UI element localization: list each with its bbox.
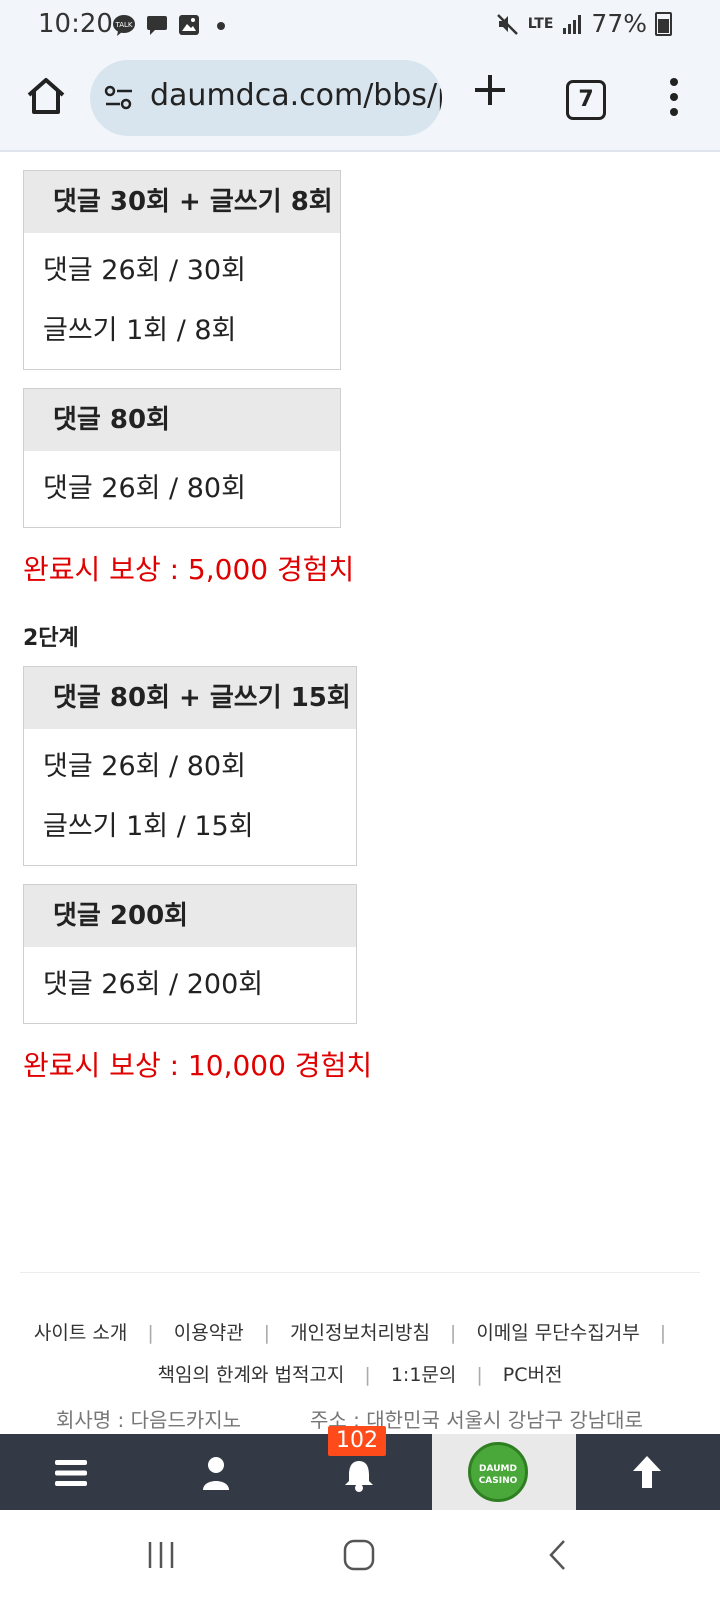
nav-scroll-top-button[interactable]: [576, 1434, 720, 1510]
talk-icon: TALK: [113, 15, 135, 36]
stage-reward: 완료시 보상 : 10,000 경험치: [23, 1049, 373, 1082]
hamburger-icon: [55, 1460, 87, 1486]
mission-title: 댓글 80회 + 글쓰기 15회: [24, 667, 356, 729]
status-time: 10:20: [38, 9, 113, 39]
footer-links-row: 책임의 한계와 법적고지 | 1:1문의 | PC버전: [0, 1360, 720, 1387]
url-bar[interactable]: daumdca.com/bbs/p: [90, 60, 442, 136]
status-bar: 10:20 TALK LTE 77%: [0, 0, 720, 50]
separator: |: [659, 1322, 667, 1344]
image-icon: [179, 15, 199, 35]
mission-progress: 댓글 26회 / 200회: [43, 969, 264, 1000]
nav-profile-button[interactable]: [144, 1434, 288, 1510]
stage-reward: 완료시 보상 : 5,000 경험치: [23, 553, 355, 586]
mission-box: 댓글 200회 댓글 26회 / 200회: [23, 884, 357, 1024]
footer-link-privacy[interactable]: 개인정보처리방침: [290, 1322, 430, 1344]
mission-progress: 글쓰기 1회 / 8회: [43, 315, 237, 346]
mission-title: 댓글 200회: [24, 885, 356, 947]
bell-icon: [345, 1461, 373, 1492]
separator: |: [364, 1364, 371, 1386]
casino-logo: DAUMD CASINO: [468, 1442, 528, 1502]
footer-link-pc-version[interactable]: PC버전: [503, 1364, 563, 1386]
mission-box: 댓글 80회 + 글쓰기 15회 댓글 26회 / 80회 글쓰기 1회 / 1…: [23, 666, 357, 866]
site-settings-icon[interactable]: [104, 84, 134, 112]
mission-progress: 댓글 26회 / 30회: [43, 255, 246, 286]
app-bottom-nav: 102 DAUMD CASINO: [0, 1426, 720, 1510]
home-circle-icon[interactable]: [342, 1538, 376, 1572]
notification-icons: TALK: [112, 13, 232, 37]
home-icon[interactable]: [24, 74, 68, 118]
message-icon: [147, 16, 167, 35]
system-nav-bar: [0, 1510, 720, 1600]
arrow-up-icon: [633, 1456, 661, 1488]
mute-icon: [496, 13, 518, 35]
mission-progress: 댓글 26회 / 80회: [43, 751, 246, 782]
footer-link-legal[interactable]: 책임의 한계와 법적고지: [158, 1364, 345, 1386]
mission-box: 댓글 80회 댓글 26회 / 80회: [23, 388, 341, 528]
separator: |: [476, 1364, 483, 1386]
footer-links-row: 사이트 소개 | 이용약관 | 개인정보처리방침 | 이메일 무단수집거부 |: [0, 1318, 720, 1345]
tab-switcher-button[interactable]: 7: [566, 80, 606, 120]
separator: |: [449, 1322, 457, 1344]
stage-label: 2단계: [23, 626, 79, 651]
browser-toolbar: daumdca.com/bbs/p 7: [0, 50, 720, 152]
nav-home-logo-button[interactable]: DAUMD CASINO: [432, 1434, 576, 1510]
url-text[interactable]: daumdca.com/bbs/p: [150, 78, 442, 113]
mission-progress: 댓글 26회 / 80회: [43, 473, 246, 504]
recent-apps-icon[interactable]: [146, 1540, 176, 1570]
company-name: 회사명 : 다음드카지노: [56, 1408, 242, 1432]
new-tab-icon[interactable]: [472, 72, 508, 108]
user-icon: [203, 1457, 229, 1490]
separator: |: [147, 1322, 154, 1344]
network-type: LTE: [527, 15, 554, 32]
footer-link-email-policy[interactable]: 이메일 무단수집거부: [476, 1322, 639, 1344]
mission-title: 댓글 30회 + 글쓰기 8회: [24, 171, 340, 233]
battery-icon: [655, 11, 672, 36]
battery-percent: 77%: [591, 9, 647, 38]
footer-link-inquiry[interactable]: 1:1문의: [391, 1364, 457, 1386]
more-menu-icon[interactable]: [664, 76, 684, 118]
signal-icon: [563, 14, 582, 34]
page-content: 댓글 30회 + 글쓰기 8회 댓글 26회 / 30회 글쓰기 1회 / 8회…: [0, 152, 720, 1432]
back-icon[interactable]: [546, 1538, 568, 1572]
svg-text:TALK: TALK: [114, 21, 132, 29]
mission-progress: 글쓰기 1회 / 15회: [43, 811, 254, 842]
mission-box: 댓글 30회 + 글쓰기 8회 댓글 26회 / 30회 글쓰기 1회 / 8회: [23, 170, 341, 370]
notification-badge: 102: [328, 1426, 386, 1456]
status-right: LTE 77%: [496, 9, 672, 38]
logo-text: DAUMD CASINO: [478, 1464, 518, 1486]
footer-link-terms[interactable]: 이용약관: [174, 1322, 244, 1344]
footer-link-about[interactable]: 사이트 소개: [34, 1322, 127, 1344]
nav-menu-button[interactable]: [0, 1434, 144, 1510]
separator: |: [263, 1322, 271, 1344]
dot-icon: [217, 22, 225, 30]
footer-divider: [20, 1272, 700, 1273]
mission-title: 댓글 80회: [24, 389, 340, 451]
